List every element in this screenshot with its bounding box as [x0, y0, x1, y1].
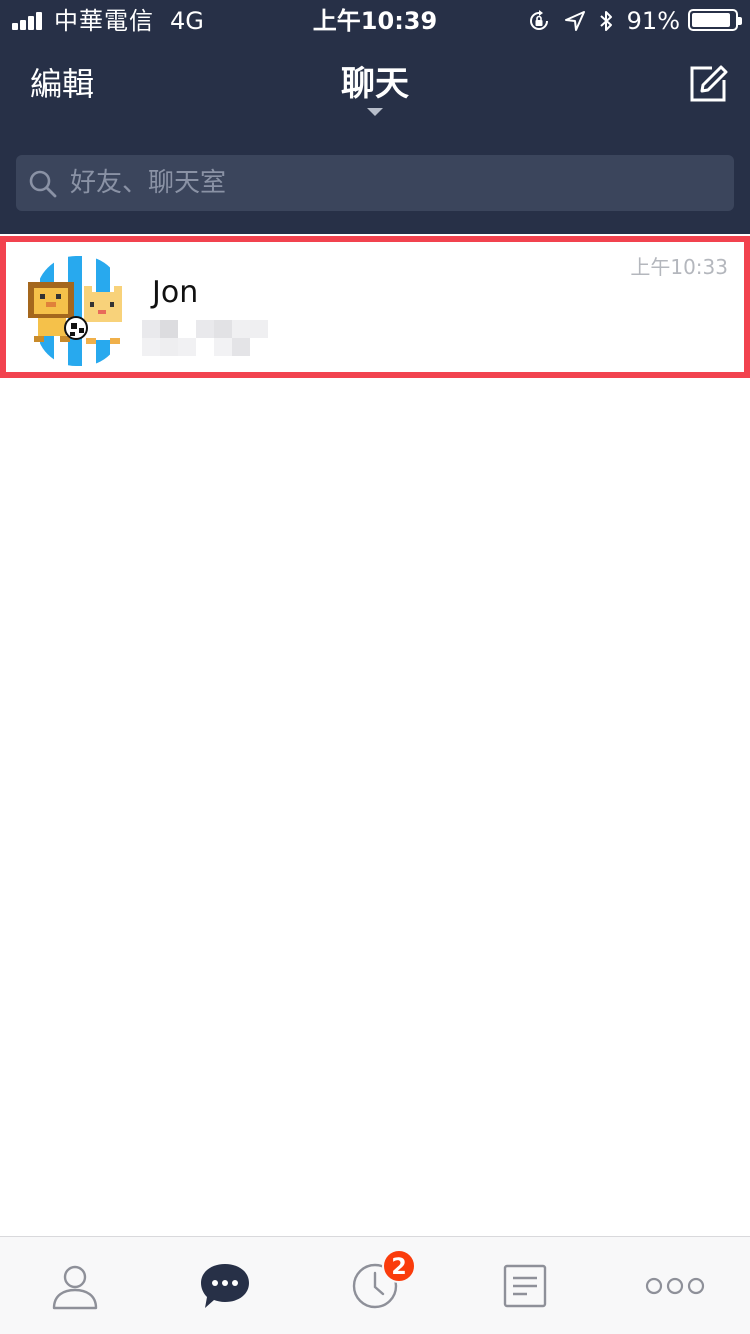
- search-icon: [29, 170, 57, 198]
- contact-name: Jon: [152, 275, 199, 310]
- location-arrow-icon: [564, 11, 585, 31]
- compose-icon[interactable]: [688, 64, 728, 104]
- message-time: 上午10:33: [630, 255, 728, 279]
- page-title[interactable]: 聊天: [0, 62, 750, 106]
- tab-timeline[interactable]: 2: [300, 1237, 450, 1334]
- more-icon: [645, 1277, 705, 1295]
- navigation-bar: 編輯 聊天: [0, 40, 750, 140]
- search-input[interactable]: [70, 155, 710, 211]
- chat-list: Jon 上午10:33: [0, 234, 750, 380]
- battery-percent: 91%: [626, 7, 680, 35]
- orientation-lock-icon: [529, 10, 548, 30]
- bluetooth-icon: [599, 11, 612, 31]
- tab-chats[interactable]: [150, 1237, 300, 1334]
- avatar: [28, 256, 122, 366]
- search-bar[interactable]: [16, 155, 734, 211]
- friends-icon: [52, 1265, 98, 1310]
- tab-news[interactable]: [450, 1237, 600, 1334]
- battery-icon: [688, 9, 742, 31]
- news-icon: [503, 1264, 547, 1308]
- chats-icon: [201, 1264, 249, 1308]
- message-preview-blurred: [142, 320, 268, 356]
- header: 中華電信 4G 上午10:39 91% 編輯 聊天: [0, 0, 750, 234]
- status-bar: 中華電信 4G 上午10:39 91%: [0, 0, 750, 40]
- notification-badge: 2: [382, 1249, 416, 1283]
- chat-list-item[interactable]: Jon 上午10:33: [0, 234, 750, 380]
- tab-friends[interactable]: [0, 1237, 150, 1334]
- title-dropdown-caret-icon[interactable]: [367, 108, 383, 116]
- tab-bar: 2: [0, 1236, 750, 1334]
- tab-more[interactable]: [600, 1237, 750, 1334]
